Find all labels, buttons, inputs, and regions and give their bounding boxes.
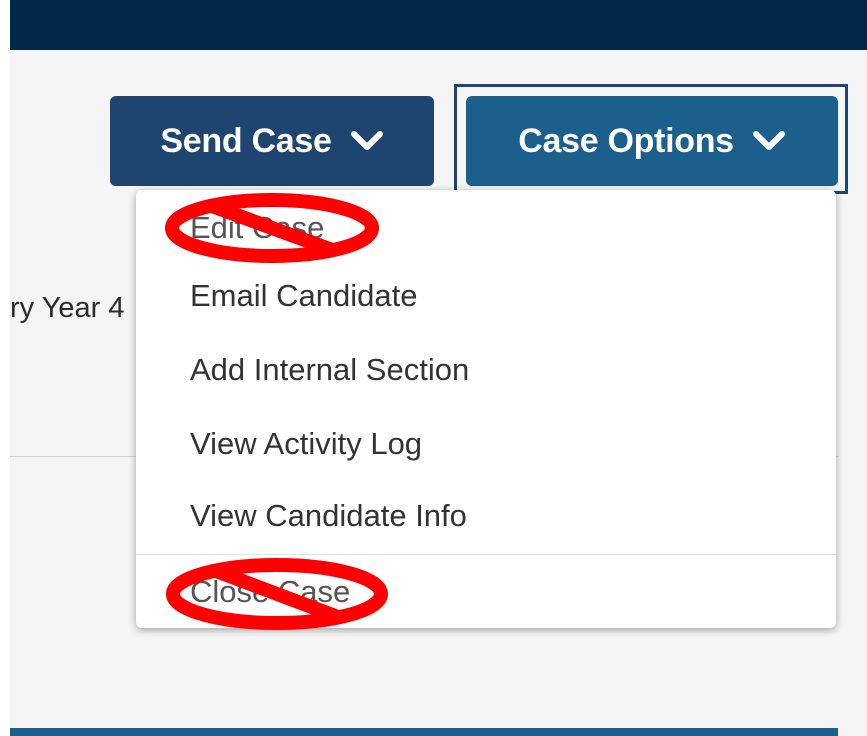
- send-case-label: Send Case: [160, 121, 332, 160]
- menu-item-view-activity-log[interactable]: View Activity Log: [190, 426, 422, 462]
- menu-item-email-candidate[interactable]: Email Candidate: [190, 278, 417, 314]
- menu-item-view-candidate-info[interactable]: View Candidate Info: [190, 498, 467, 534]
- send-case-button[interactable]: Send Case: [110, 96, 434, 186]
- chevron-down-icon: [752, 129, 786, 153]
- menu-item-edit-case[interactable]: Edit Case: [190, 210, 324, 246]
- bottom-section-bar: [10, 728, 838, 736]
- page-left-edge: [0, 0, 10, 736]
- background-partial-text: ry Year 4: [10, 292, 125, 324]
- menu-item-close-case[interactable]: Close Case: [190, 574, 350, 610]
- case-options-dropdown-menu: Edit Case Email Candidate Add Internal S…: [136, 190, 836, 628]
- case-options-label: Case Options: [518, 121, 734, 160]
- case-options-button[interactable]: Case Options: [466, 96, 838, 186]
- menu-item-add-internal-section[interactable]: Add Internal Section: [190, 352, 469, 388]
- menu-separator: [136, 554, 836, 555]
- chevron-down-icon: [350, 129, 384, 153]
- top-header-bar: [10, 0, 867, 50]
